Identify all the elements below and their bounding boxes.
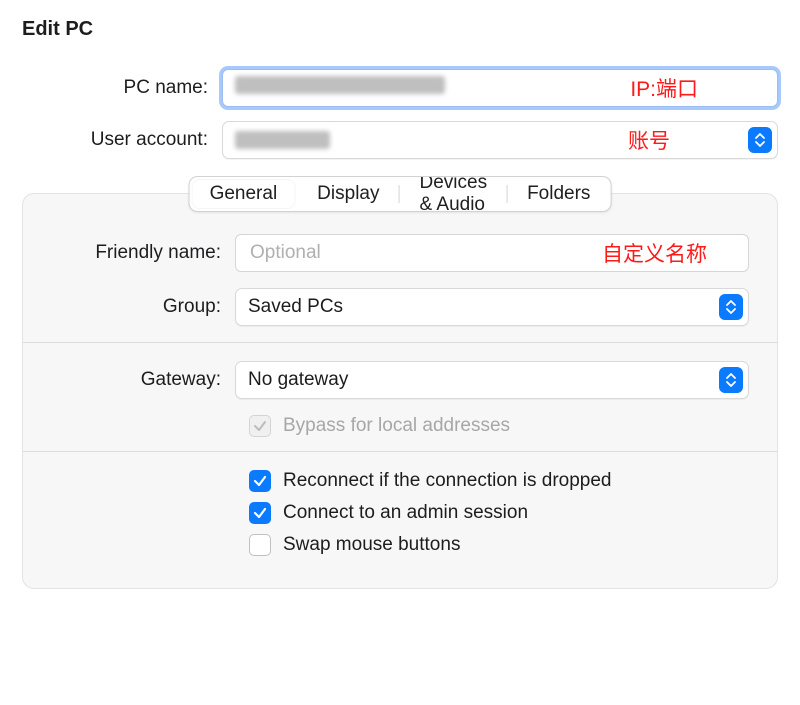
chevrons-up-down-icon xyxy=(719,294,743,320)
user-account-row: User account: 账号 xyxy=(22,121,778,159)
group-label: Group: xyxy=(37,296,235,318)
chevrons-up-down-icon xyxy=(719,367,743,393)
friendly-name-label: Friendly name: xyxy=(37,242,235,264)
divider xyxy=(23,451,777,452)
settings-panel: General Display Devices & Audio Folders … xyxy=(22,193,778,589)
gateway-label: Gateway: xyxy=(37,369,235,391)
group-row: Group: Saved PCs xyxy=(37,288,749,326)
friendly-name-input[interactable] xyxy=(248,239,736,267)
pc-name-label: PC name: xyxy=(22,77,222,99)
user-account-dropdown[interactable] xyxy=(222,121,778,159)
chevrons-up-down-icon xyxy=(748,127,772,153)
bypass-row: Bypass for local addresses xyxy=(249,415,749,437)
admin-row: Connect to an admin session xyxy=(249,502,749,524)
check-icon xyxy=(253,474,267,488)
user-account-label: User account: xyxy=(22,129,222,151)
swap-label: Swap mouse buttons xyxy=(283,534,460,556)
group-value: Saved PCs xyxy=(248,296,343,318)
reconnect-checkbox[interactable] xyxy=(249,470,271,492)
tab-display[interactable]: Display xyxy=(297,177,399,211)
check-icon xyxy=(253,506,267,520)
group-dropdown[interactable]: Saved PCs xyxy=(235,288,749,326)
admin-checkbox[interactable] xyxy=(249,502,271,524)
friendly-name-row: Friendly name: 自定义名称 xyxy=(37,234,749,272)
pc-name-row: PC name: IP:端口 xyxy=(22,69,778,107)
swap-row: Swap mouse buttons xyxy=(249,534,749,556)
admin-label: Connect to an admin session xyxy=(283,502,528,524)
tabstrip: General Display Devices & Audio Folders xyxy=(189,176,612,212)
reconnect-row: Reconnect if the connection is dropped xyxy=(249,470,749,492)
divider xyxy=(23,342,777,343)
swap-checkbox[interactable] xyxy=(249,534,271,556)
gateway-row: Gateway: No gateway xyxy=(37,361,749,399)
check-icon xyxy=(253,419,267,433)
gateway-dropdown[interactable]: No gateway xyxy=(235,361,749,399)
dialog-title: Edit PC xyxy=(22,18,778,41)
bypass-label: Bypass for local addresses xyxy=(283,415,510,437)
tab-devices-audio[interactable]: Devices & Audio xyxy=(399,177,507,211)
tab-folders[interactable]: Folders xyxy=(507,177,610,211)
gateway-value: No gateway xyxy=(248,369,348,391)
reconnect-label: Reconnect if the connection is dropped xyxy=(283,470,612,492)
tab-general[interactable]: General xyxy=(192,179,296,209)
pc-name-input[interactable] xyxy=(222,69,778,107)
bypass-checkbox xyxy=(249,415,271,437)
